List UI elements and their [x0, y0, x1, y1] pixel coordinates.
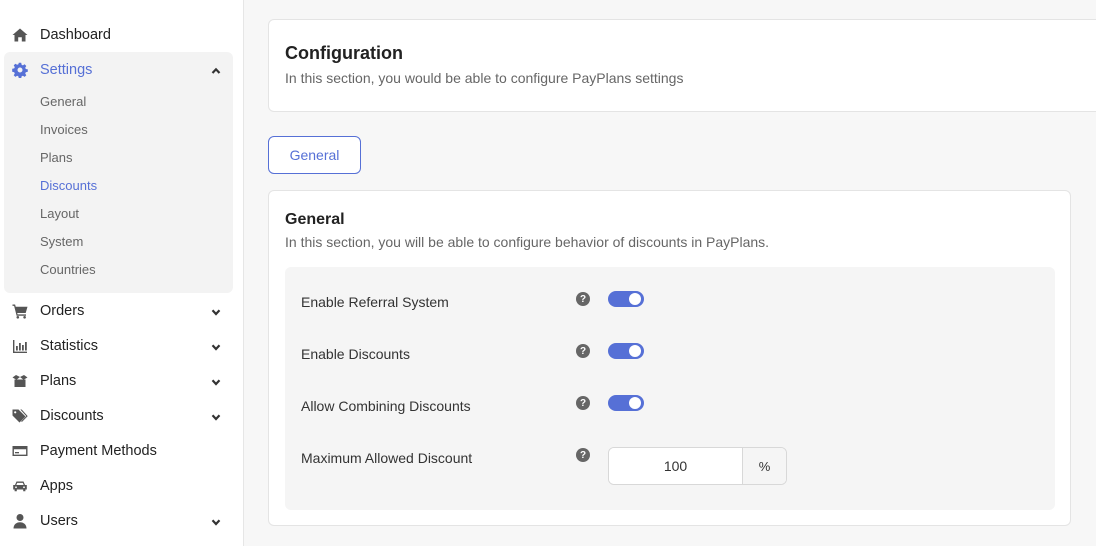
- sidebar-item-dashboard[interactable]: Dashboard: [4, 17, 233, 52]
- cart-icon: [12, 303, 28, 319]
- sidebar-item-payment-methods[interactable]: Payment Methods: [4, 433, 233, 468]
- configuration-card: Configuration In this section, you would…: [268, 19, 1096, 112]
- help-icon[interactable]: ?: [576, 344, 590, 358]
- chevron-down-icon[interactable]: [211, 305, 221, 316]
- page-description: In this section, you would be able to co…: [285, 70, 684, 86]
- toggle-knob: [629, 397, 641, 409]
- sidebar-item-label: Users: [40, 512, 78, 529]
- sidebar-item-orders[interactable]: Orders: [4, 293, 233, 328]
- sidebar-item-label: Settings: [40, 61, 93, 78]
- general-settings-card: General In this section, you will be abl…: [268, 190, 1071, 526]
- car-icon: [12, 478, 28, 494]
- sidebar-item-users[interactable]: Users: [4, 503, 233, 538]
- chevron-up-icon[interactable]: [211, 64, 221, 74]
- toggle-knob: [629, 293, 641, 305]
- help-icon[interactable]: ?: [576, 292, 590, 306]
- allow-combining-label: Allow Combining Discounts: [301, 398, 471, 414]
- sidebar-item-plans[interactable]: Plans: [4, 363, 233, 398]
- enable-referral-label: Enable Referral System: [301, 294, 449, 310]
- home-icon: [12, 27, 28, 43]
- chevron-down-icon[interactable]: [211, 410, 221, 421]
- sidebar-item-label: Plans: [40, 372, 77, 389]
- tab-general[interactable]: General: [268, 136, 361, 174]
- toggle-knob: [629, 345, 641, 357]
- tags-icon: [12, 408, 28, 424]
- enable-discounts-toggle[interactable]: [608, 343, 644, 359]
- sidebar-item-label: Discounts: [40, 407, 104, 424]
- sidebar-item-label: Dashboard: [40, 26, 111, 43]
- sidebar-item-label: Payment Methods: [40, 442, 157, 459]
- settings-group: Settings General Invoices Plans Discount…: [4, 52, 233, 293]
- sidebar-item-statistics[interactable]: Statistics: [4, 328, 233, 363]
- section-title: General: [285, 211, 345, 228]
- sidebar-item-settings[interactable]: Settings: [4, 52, 233, 87]
- credit-card-icon: [12, 443, 28, 459]
- bar-chart-icon: [12, 338, 28, 354]
- sidebar-item-label: Orders: [40, 302, 85, 319]
- enable-discounts-label: Enable Discounts: [301, 346, 410, 362]
- chevron-down-icon[interactable]: [211, 515, 221, 526]
- box-open-icon: [12, 373, 28, 389]
- sidebar-item-apps[interactable]: Apps: [4, 468, 233, 503]
- settings-sub-system[interactable]: System: [40, 234, 83, 249]
- settings-sub-countries[interactable]: Countries: [40, 262, 96, 277]
- settings-sub-layout[interactable]: Layout: [40, 206, 79, 221]
- page-title: Configuration: [285, 43, 403, 63]
- settings-sub-general[interactable]: General: [40, 94, 86, 109]
- chevron-down-icon[interactable]: [211, 375, 221, 386]
- max-discount-input[interactable]: [609, 448, 742, 484]
- settings-panel: Enable Referral System ? Enable Discount…: [285, 267, 1055, 510]
- settings-sub-invoices[interactable]: Invoices: [40, 122, 88, 137]
- allow-combining-toggle[interactable]: [608, 395, 644, 411]
- sidebar: Dashboard Settings General Invoices Plan…: [0, 0, 244, 546]
- enable-referral-toggle[interactable]: [608, 291, 644, 307]
- help-icon[interactable]: ?: [576, 396, 590, 410]
- sidebar-item-label: Statistics: [40, 337, 99, 354]
- chevron-down-icon[interactable]: [211, 340, 221, 351]
- sidebar-item-label: Apps: [40, 477, 74, 494]
- section-description: In this section, you will be able to con…: [285, 234, 770, 250]
- gear-icon: [12, 62, 28, 78]
- user-icon: [12, 513, 28, 529]
- settings-sub-discounts[interactable]: Discounts: [40, 178, 97, 193]
- help-icon[interactable]: ?: [576, 448, 590, 462]
- max-discount-label: Maximum Allowed Discount: [301, 450, 473, 466]
- sidebar-item-discounts[interactable]: Discounts: [4, 398, 233, 433]
- max-discount-input-group: %: [608, 447, 787, 485]
- percent-suffix: %: [742, 448, 786, 484]
- settings-sub-plans[interactable]: Plans: [40, 150, 73, 165]
